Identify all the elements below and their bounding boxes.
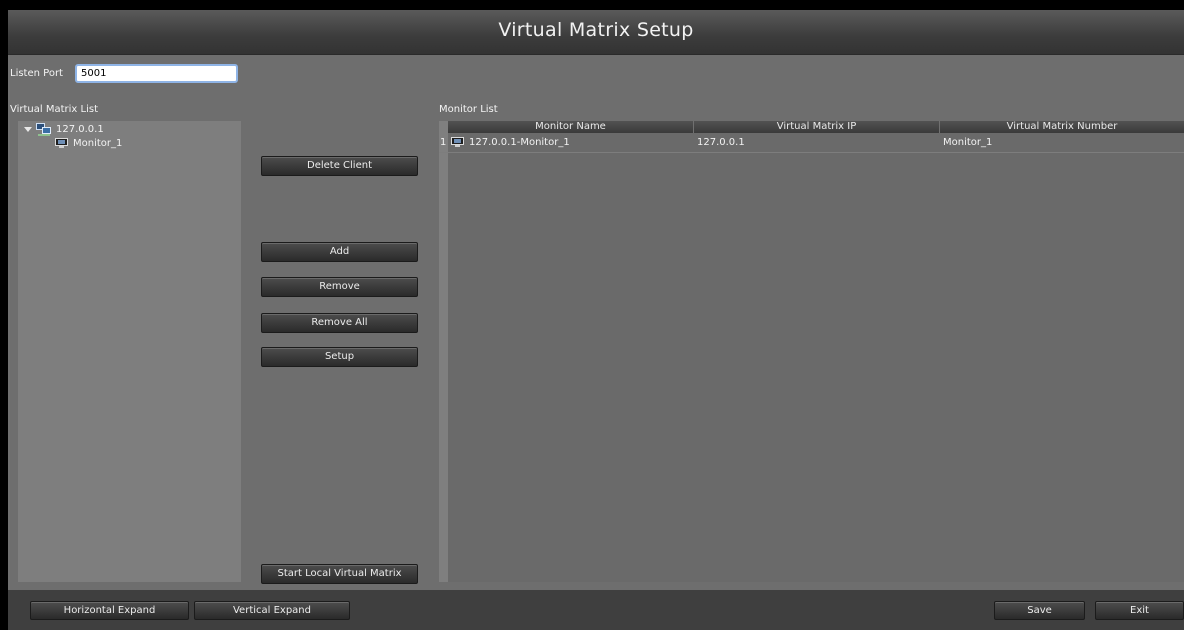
column-header-monitor-name[interactable]: Monitor Name [448, 121, 694, 133]
vertical-expand-button[interactable]: Vertical Expand [194, 601, 350, 620]
remove-all-button[interactable]: Remove All [261, 313, 418, 333]
cell-monitor-name[interactable]: 127.0.0.1-Monitor_1 [451, 133, 570, 152]
expand-arrow-icon[interactable] [24, 126, 32, 132]
network-icon [36, 122, 52, 136]
start-local-virtual-matrix-button[interactable]: Start Local Virtual Matrix [261, 564, 418, 584]
remove-button[interactable]: Remove [261, 277, 418, 297]
tree-node-client-label: 127.0.0.1 [56, 123, 104, 135]
save-button[interactable]: Save [994, 601, 1085, 620]
tree-node-monitor-label: Monitor_1 [73, 137, 123, 149]
title-bar: Virtual Matrix Setup [8, 10, 1184, 55]
listen-port-input[interactable] [75, 64, 238, 83]
monitor-list-table[interactable]: Monitor Name Virtual Matrix IP Virtual M… [439, 121, 1184, 582]
cell-virtual-matrix-number[interactable]: Monitor_1 [943, 133, 992, 152]
tree-node-client[interactable]: 127.0.0.1 [24, 122, 104, 136]
bottom-toolbar: Horizontal Expand Vertical Expand Save E… [8, 590, 1184, 630]
column-header-virtual-matrix-ip[interactable]: Virtual Matrix IP [694, 121, 940, 133]
cell-virtual-matrix-ip[interactable]: 127.0.0.1 [697, 133, 745, 152]
exit-button[interactable]: Exit [1095, 601, 1184, 620]
delete-client-button[interactable]: Delete Client [261, 156, 418, 176]
monitor-list-label: Monitor List [439, 104, 498, 115]
setup-button[interactable]: Setup [261, 347, 418, 367]
row-index: 1 [440, 137, 447, 148]
monitor-icon [451, 137, 464, 147]
column-header-virtual-matrix-number[interactable]: Virtual Matrix Number [940, 121, 1184, 133]
horizontal-expand-button[interactable]: Horizontal Expand [30, 601, 189, 620]
monitor-list-header: Monitor Name Virtual Matrix IP Virtual M… [448, 121, 1184, 133]
virtual-matrix-tree[interactable]: 127.0.0.1 Monitor_1 [18, 121, 241, 582]
row-header-strip [439, 121, 448, 582]
cell-monitor-name-text: 127.0.0.1-Monitor_1 [469, 137, 570, 148]
tree-node-monitor[interactable]: Monitor_1 [55, 136, 122, 150]
window-title: Virtual Matrix Setup [498, 19, 694, 41]
monitor-icon [55, 138, 68, 148]
virtual-matrix-list-label: Virtual Matrix List [10, 104, 98, 115]
virtual-matrix-setup-window: Virtual Matrix Setup Listen Port Virtual… [8, 10, 1184, 630]
table-row[interactable]: 1 127.0.0.1-Monitor_1 127.0.0.1 Monitor_… [439, 133, 1184, 153]
add-button[interactable]: Add [261, 242, 418, 262]
listen-port-label: Listen Port [10, 68, 63, 79]
